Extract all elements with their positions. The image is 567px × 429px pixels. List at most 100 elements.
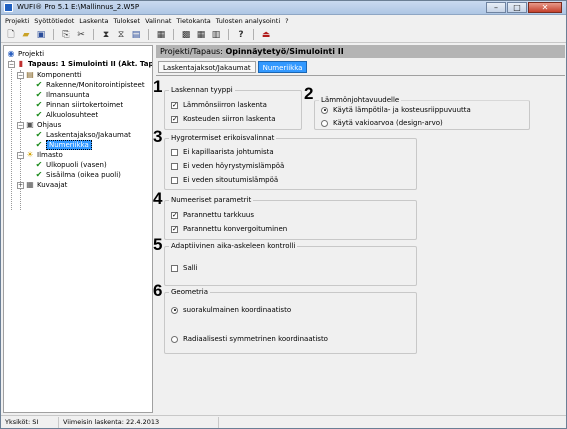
grid-icon[interactable]: ▦ <box>195 29 207 41</box>
checkbox-kosteuden-siirto[interactable]: ✓ Kosteuden siirron laskenta <box>171 115 276 123</box>
checkbox-parannettu-konvergoituminen[interactable]: ✓ Parannettu konvergoituminen <box>171 225 287 233</box>
tree-item-rakenne[interactable]: ✔ Rakenne/Monitorointipisteet <box>35 80 145 90</box>
window-title: WUFI® Pro 5.1 E:\Mallinnus_2.W5P <box>17 3 140 11</box>
status-last-calculation: Viimeisin laskenta: 22.4.2013 <box>59 416 219 428</box>
tree-item-ilmansuunta[interactable]: ✔ Ilmansuunta <box>35 90 90 100</box>
minimize-button[interactable]: – <box>486 2 506 13</box>
group-hygrotermiset: Hygrotermiset erikoisvalinnat Ei kapilla… <box>164 134 417 190</box>
checkbox-box <box>171 162 178 170</box>
project-tree: ◉ Projekti − ▮ Tapaus: 1 Simulointi II (… <box>3 45 153 413</box>
group-title: Laskennan tyyppi <box>169 86 235 94</box>
check-icon: ✔ <box>35 170 43 179</box>
radio-vakioarvo[interactable]: Käytä vakioarvoa (design-arvo) <box>321 119 443 127</box>
status-bar: Yksiköt: SI Viimeisin laskenta: 22.4.201… <box>1 415 566 428</box>
checkbox-lammonsiirto[interactable]: ✓ Lämmönsiirron laskenta <box>171 101 267 109</box>
tree-item-kuvaajat[interactable]: ▦ Kuvaajat <box>26 180 67 190</box>
app-window: WUFI® Pro 5.1 E:\Mallinnus_2.W5P – □ ✕ P… <box>0 0 567 429</box>
sun-icon: ☀ <box>26 150 34 159</box>
new-icon[interactable]: 🗋 <box>5 29 17 41</box>
checkbox-ei-kapillaarista[interactable]: Ei kapillaarista johtumista <box>171 148 274 156</box>
tree-item-laskentajakso[interactable]: ✔ Laskentajakso/Jakaumat <box>35 130 131 140</box>
window-controls: – □ ✕ <box>486 2 562 13</box>
copy-icon[interactable]: ⎘ <box>60 29 72 41</box>
numeriikka-content: 1 Laskennan tyyppi ✓ Lämmönsiirron laske… <box>153 75 565 413</box>
hourglass-icon[interactable]: ⧗ <box>100 29 112 41</box>
calculate-icon[interactable]: ⧖ <box>115 29 127 41</box>
check-icon: ✔ <box>35 90 43 99</box>
radio-button <box>171 335 178 343</box>
film-icon[interactable]: ▥ <box>210 29 222 41</box>
results-icon[interactable]: ▤ <box>130 29 142 41</box>
check-icon: ✔ <box>35 100 43 109</box>
expand-toggle[interactable]: − <box>17 152 24 159</box>
table-icon[interactable]: ▦ <box>155 29 167 41</box>
maximize-button[interactable]: □ <box>507 2 527 13</box>
radio-suorakulmainen[interactable]: suorakulmainen koordinaatisto <box>171 306 291 314</box>
checkbox-box: ✓ <box>171 210 178 219</box>
help-icon[interactable]: ? <box>235 29 247 41</box>
section-number: 6 <box>153 281 163 300</box>
main-panel: Projekti/Tapaus: Opinnäytetyö/Simulointi… <box>153 45 565 413</box>
tree-item-pinnan-siirtokertoimet[interactable]: ✔ Pinnan siirtokertoimet <box>35 100 123 110</box>
checkbox-box <box>171 148 178 156</box>
cut-icon[interactable]: ✂ <box>75 29 87 41</box>
open-icon[interactable]: ▰ <box>20 29 32 41</box>
menu-laskenta[interactable]: Laskenta <box>79 15 113 27</box>
tab-numeriikka[interactable]: Numeriikka <box>257 61 308 73</box>
radio-lampotilariippuvuus[interactable]: Käytä lämpötila- ja kosteusriippuvuutta <box>321 106 471 114</box>
tree-item-case[interactable]: ▮ Tapaus: 1 Simulointi II (Akt. Tapaus) <box>17 59 152 69</box>
radio-button <box>321 106 328 114</box>
expand-toggle[interactable]: − <box>17 72 24 79</box>
checkbox-box: ✓ <box>171 114 178 123</box>
checkbox-box: ✓ <box>171 100 178 109</box>
expand-toggle[interactable]: + <box>17 182 24 189</box>
checkbox-ei-hoyrystymislampoa[interactable]: Ei veden höyrystymislämpöä <box>171 162 284 170</box>
toolbar-separator <box>173 29 174 40</box>
checkbox-parannettu-tarkkuus[interactable]: ✓ Parannettu tarkkuus <box>171 211 254 219</box>
exit-icon[interactable]: ⏏ <box>260 29 272 41</box>
tree-item-numeriikka[interactable]: ✔ Numeriikka <box>35 140 92 150</box>
menu-tulokset[interactable]: Tulokset <box>113 15 145 27</box>
checkbox-ei-sitoutumislampoa[interactable]: Ei veden sitoutumislämpöä <box>171 176 278 184</box>
tree-item-projekti[interactable]: ◉ Projekti <box>7 49 45 59</box>
menu-projekti[interactable]: Projekti <box>5 15 34 27</box>
group-lammonjohtavuus: Lämmönjohtavuudelle Käytä lämpötila- ja … <box>314 96 530 130</box>
case-icon: ▮ <box>18 59 24 68</box>
group-title: Adaptiivinen aika-askeleen kontrolli <box>169 242 298 250</box>
group-adaptiivinen: Adaptiivinen aika-askeleen kontrolli Sal… <box>164 242 417 286</box>
tree-item-ohjaus[interactable]: ▣ Ohjaus <box>26 120 61 130</box>
close-button[interactable]: ✕ <box>528 2 562 13</box>
check-icon: ✔ <box>35 110 43 119</box>
toolbar-separator <box>53 29 54 40</box>
group-title: Lämmönjohtavuudelle <box>319 96 402 104</box>
chart-icon[interactable]: ▩ <box>180 29 192 41</box>
check-icon: ✔ <box>35 130 43 139</box>
tree-item-ulkopuoli[interactable]: ✔ Ulkopuoli (vasen) <box>35 160 107 170</box>
menu-tulosten-analysointi[interactable]: Tulosten analysointi <box>216 15 285 27</box>
section-number: 3 <box>153 127 163 146</box>
grid-icon: ▦ <box>26 180 34 189</box>
menu-tietokanta[interactable]: Tietokanta <box>176 15 215 27</box>
expand-toggle[interactable]: − <box>8 61 15 68</box>
checkbox-box <box>171 264 178 272</box>
tab-laskentajaksot[interactable]: Laskentajaksot/Jakaumat <box>158 61 256 73</box>
tree-item-sisailma[interactable]: ✔ Sisäilma (oikea puoli) <box>35 170 121 180</box>
tab-bar: Laskentajaksot/Jakaumat Numeriikka <box>158 61 308 73</box>
group-numeeriset: Numeeriset parametrit ✓ Parannettu tarkk… <box>164 196 417 240</box>
tree-item-alkuolosuhteet[interactable]: ✔ Alkuolosuhteet <box>35 110 99 120</box>
radio-radiaalinen[interactable]: Radiaalisesti symmetrinen koordinaatisto <box>171 335 328 343</box>
menu-valinnat[interactable]: Valinnat <box>145 15 176 27</box>
save-icon[interactable]: ▣ <box>35 29 47 41</box>
checkbox-salli[interactable]: Salli <box>171 264 198 272</box>
menu-help[interactable]: ? <box>285 15 293 27</box>
tree-item-ilmasto[interactable]: ☀ Ilmasto <box>26 150 62 160</box>
title-bar: WUFI® Pro 5.1 E:\Mallinnus_2.W5P – □ ✕ <box>1 1 566 15</box>
tree-line <box>11 60 12 210</box>
expand-toggle[interactable]: − <box>17 122 24 129</box>
project-icon: ◉ <box>7 49 15 58</box>
toolbar-separator <box>148 29 149 40</box>
section-number: 5 <box>153 235 163 254</box>
section-number: 4 <box>153 189 163 208</box>
menu-syottotiedot[interactable]: Syöttötiedot <box>34 15 79 27</box>
tree-item-komponentti[interactable]: ▤ Komponentti <box>26 70 81 80</box>
